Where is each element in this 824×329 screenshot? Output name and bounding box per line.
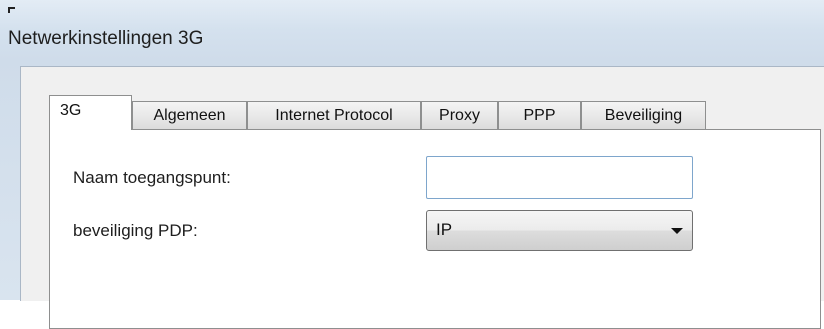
pdp-label: beveiliging PDP:: [73, 221, 198, 240]
tab-beveiliging[interactable]: Beveiliging: [581, 101, 706, 129]
dialog-window: Netwerkinstellingen 3G 3G Algemeen Inter…: [0, 0, 824, 329]
chevron-down-icon[interactable]: [671, 228, 683, 234]
pdp-select[interactable]: IP: [426, 210, 693, 251]
pdp-select-value: IP: [436, 220, 453, 239]
window-corner-mark: [8, 7, 15, 13]
tab-algemeen[interactable]: Algemeen: [132, 101, 247, 129]
tab-ppp[interactable]: PPP: [498, 101, 581, 129]
tab-proxy[interactable]: Proxy: [421, 101, 498, 129]
dialog-client-area: 3G Algemeen Internet Protocol Proxy PPP …: [20, 66, 824, 329]
apn-input[interactable]: [426, 156, 693, 199]
window-title: Netwerkinstellingen 3G: [8, 28, 204, 49]
tab-3g[interactable]: 3G: [49, 95, 132, 130]
apn-label: Naam toegangspunt:: [73, 168, 231, 187]
tab-internet-protocol[interactable]: Internet Protocol: [247, 101, 421, 129]
tab-panel-3g: Naam toegangspunt: beveiliging PDP: IP: [49, 129, 821, 329]
